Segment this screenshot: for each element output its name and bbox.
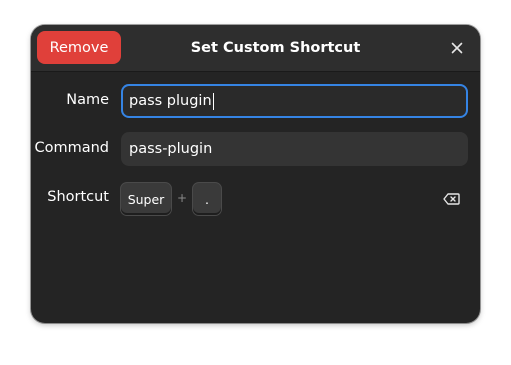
key-label: Super bbox=[127, 191, 165, 207]
text-caret bbox=[212, 92, 214, 110]
remove-button-label: Remove bbox=[49, 39, 109, 56]
clear-shortcut-button[interactable] bbox=[440, 189, 462, 209]
header-bar: Remove Set Custom Shortcut bbox=[31, 25, 480, 72]
shortcut-dialog: Remove Set Custom Shortcut Name pass plu… bbox=[31, 25, 480, 323]
command-label: Command bbox=[34, 140, 109, 156]
key-separator: + bbox=[177, 191, 188, 205]
remove-button[interactable]: Remove bbox=[37, 31, 121, 64]
key-label: . bbox=[205, 191, 209, 207]
command-input-value: pass-plugin bbox=[129, 141, 213, 157]
close-button[interactable] bbox=[446, 37, 468, 59]
name-input-value: pass plugin bbox=[129, 93, 212, 109]
command-input[interactable]: pass-plugin bbox=[121, 132, 468, 166]
close-icon bbox=[451, 42, 463, 54]
backspace-icon bbox=[442, 193, 460, 205]
shortcut-label: Shortcut bbox=[47, 189, 109, 205]
dialog-title: Set Custom Shortcut bbox=[190, 40, 361, 56]
shortcut-key-super[interactable]: Super bbox=[121, 183, 171, 215]
name-label: Name bbox=[66, 92, 109, 108]
name-input[interactable]: pass plugin bbox=[121, 84, 468, 118]
shortcut-key-period[interactable]: . bbox=[193, 183, 221, 215]
